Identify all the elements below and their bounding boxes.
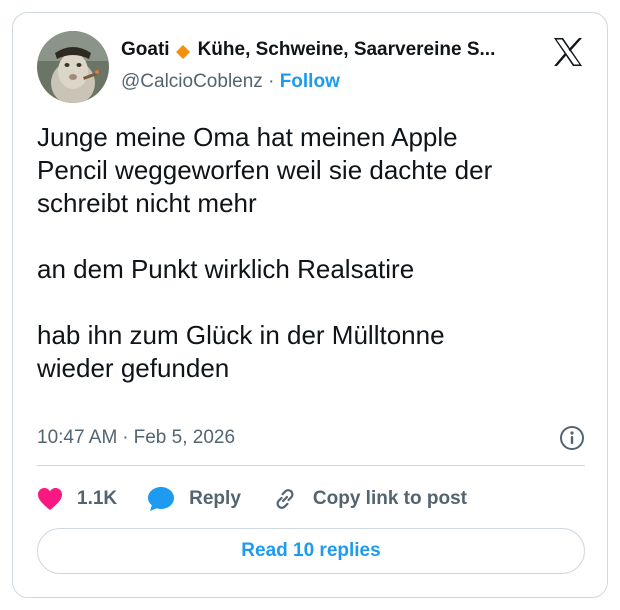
info-icon[interactable]: [559, 425, 585, 451]
speech-bubble-icon: [148, 487, 175, 511]
divider: [37, 465, 585, 466]
copy-link-label: Copy link to post: [312, 488, 467, 509]
tweet-meta: 10:47 AM · Feb 5, 2026: [37, 423, 585, 453]
copy-link-button[interactable]: Copy link to post: [271, 485, 467, 513]
display-name-rest: Kühe, Schweine, Saarvereine S...: [197, 39, 496, 60]
author-handle[interactable]: @CalcioCoblenz: [121, 71, 263, 92]
follow-button[interactable]: Follow: [280, 71, 340, 92]
meta-separator: ·: [122, 427, 129, 448]
avatar-image: [37, 31, 109, 103]
orange-diamond-icon: [175, 43, 190, 59]
like-button[interactable]: 1.1K: [37, 487, 117, 511]
heart-icon: [38, 488, 62, 510]
avatar[interactable]: [37, 31, 109, 103]
handle-separator: ·: [268, 71, 275, 92]
handle-line: @CalcioCoblenz · Follow: [121, 71, 521, 93]
action-bar: 1.1K Reply Copy link to post: [37, 479, 585, 519]
tweet-card: Goati Kühe, Schweine, Saarvereine S... @…: [12, 12, 608, 598]
x-logo-icon[interactable]: [551, 35, 585, 69]
display-name[interactable]: Goati Kühe, Schweine, Saarvereine S...: [121, 37, 521, 63]
display-name-first: Goati: [121, 39, 170, 60]
tweet-date[interactable]: Feb 5, 2026: [134, 427, 235, 449]
tweet-text: Junge meine Oma hat meinen Apple Pencil …: [37, 122, 493, 383]
tweet-time[interactable]: 10:47 AM: [37, 427, 117, 449]
read-replies-button[interactable]: Read 10 replies: [37, 528, 585, 574]
author-info: Goati Kühe, Schweine, Saarvereine S... @…: [121, 37, 521, 93]
reply-button[interactable]: Reply: [147, 486, 241, 512]
like-count: 1.1K: [77, 488, 118, 509]
link-icon: [276, 489, 294, 509]
reply-label: Reply: [189, 488, 241, 509]
tweet-header: Goati Kühe, Schweine, Saarvereine S... @…: [37, 31, 585, 111]
